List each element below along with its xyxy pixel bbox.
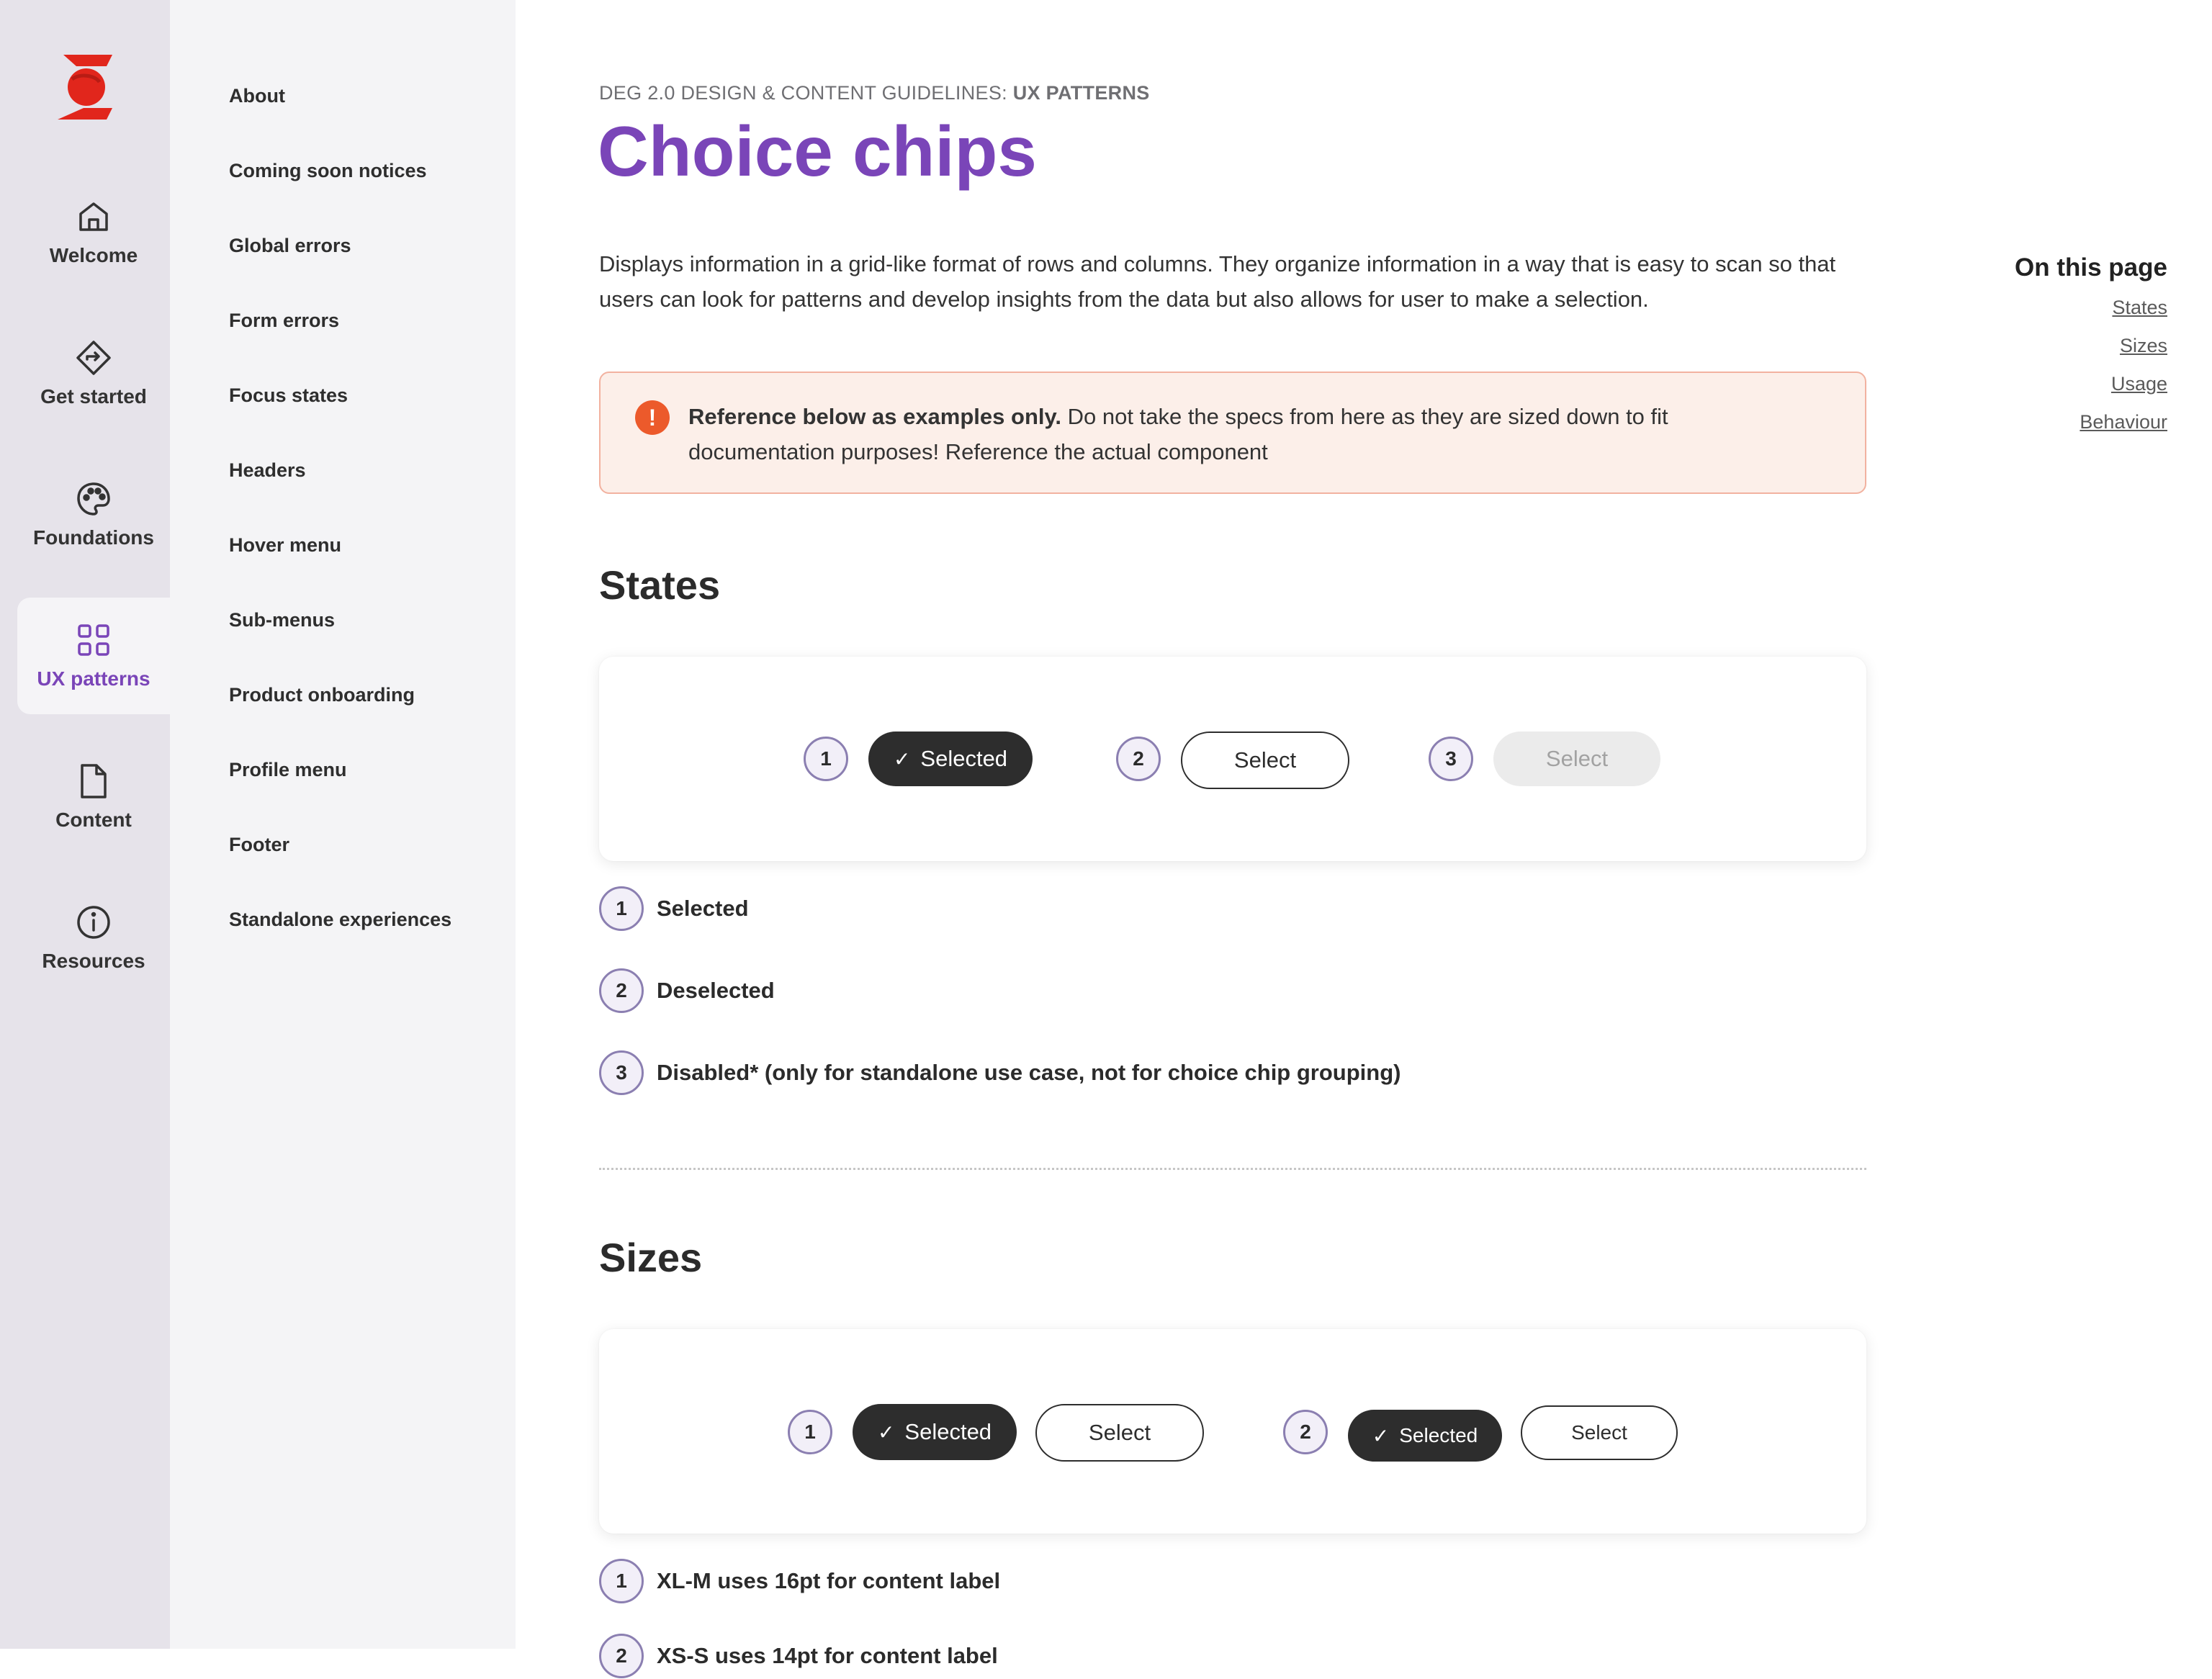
legend-label: Deselected xyxy=(657,978,775,1003)
number-badge: 2 xyxy=(599,968,644,1013)
legend-label: XS-S uses 14pt for content label xyxy=(657,1643,998,1668)
subnav-item-headers[interactable]: Headers xyxy=(229,459,306,482)
grid-icon xyxy=(78,624,109,656)
rail-item-content[interactable]: Content xyxy=(17,739,170,855)
legend-item: 2 XS-S uses 14pt for content label xyxy=(599,1633,998,1679)
chip-label: Select xyxy=(1545,746,1609,771)
rail-label: Get started xyxy=(40,385,147,408)
subnav-item-global-errors[interactable]: Global errors xyxy=(229,235,351,257)
app-rail: Welcome Get started Foundations UX patte… xyxy=(0,0,170,1649)
subnav-item-footer[interactable]: Footer xyxy=(229,834,289,856)
legend-item: 1 Selected xyxy=(599,886,749,932)
chip-selected-xl[interactable]: ✓ Selected xyxy=(853,1404,1017,1460)
subnav-item-sub-menus[interactable]: Sub-menus xyxy=(229,609,335,631)
rail-item-welcome[interactable]: Welcome xyxy=(17,174,170,291)
rail-label: Content xyxy=(55,809,132,831)
chip-unselected-xs[interactable]: Select xyxy=(1521,1405,1678,1460)
rail-item-get-started[interactable]: Get started xyxy=(17,315,170,432)
legend-item: 2 Deselected xyxy=(599,968,775,1014)
subnav-item-about[interactable]: About xyxy=(229,85,285,107)
chip-deselected[interactable]: Select xyxy=(1181,732,1349,789)
sub-navigation: About Coming soon notices Global errors … xyxy=(170,0,516,1649)
chip-label: Selected xyxy=(904,1419,992,1444)
brand-logo[interactable] xyxy=(55,53,115,121)
rail-label: Foundations xyxy=(33,526,154,549)
chip-selected-xs[interactable]: ✓ Selected xyxy=(1348,1410,1502,1462)
chip-selected[interactable]: ✓ Selected xyxy=(868,732,1033,786)
section-title-sizes: Sizes xyxy=(599,1235,703,1280)
chip-label: Select xyxy=(1233,747,1297,773)
check-icon: ✓ xyxy=(893,747,911,770)
breadcrumb: DEG 2.0 DESIGN & CONTENT GUIDELINES: UX … xyxy=(599,82,1150,104)
rail-label: Resources xyxy=(42,950,145,972)
states-example-card: 1 ✓ Selected 2 Select 3 Select xyxy=(599,657,1866,861)
warning-alert: ! Reference below as examples only. Do n… xyxy=(599,372,1866,494)
legend-label: XL-M uses 16pt for content label xyxy=(657,1568,1001,1593)
rail-item-resources[interactable]: Resources xyxy=(17,880,170,996)
number-badge: 3 xyxy=(599,1050,644,1095)
on-this-page-title: On this page xyxy=(2015,253,2167,282)
chip-label: Selected xyxy=(1399,1424,1478,1446)
subnav-item-hover-menu[interactable]: Hover menu xyxy=(229,534,341,557)
number-badge: 1 xyxy=(599,1559,644,1603)
chip-label: Select xyxy=(1088,1420,1151,1445)
section-title-states: States xyxy=(599,562,721,608)
breadcrumb-root: DEG 2.0 DESIGN & CONTENT GUIDELINES: xyxy=(599,82,1007,104)
chip-label: Selected xyxy=(920,746,1008,771)
anchor-link-states[interactable]: States xyxy=(1951,297,2167,319)
number-badge: 1 xyxy=(788,1410,832,1454)
alert-bold-text: Reference below as examples only. xyxy=(688,404,1062,429)
number-badge: 1 xyxy=(599,886,644,931)
subnav-item-profile-menu[interactable]: Profile menu xyxy=(229,759,347,781)
legend-label: Disabled* (only for standalone use case,… xyxy=(657,1060,1401,1085)
anchor-link-behaviour[interactable]: Behaviour xyxy=(1951,411,2167,433)
document-icon xyxy=(81,764,107,798)
rail-label: Welcome xyxy=(49,244,138,266)
chip-label: Select xyxy=(1571,1421,1627,1444)
anchor-link-sizes[interactable]: Sizes xyxy=(1951,335,2167,357)
exclamation-icon: ! xyxy=(635,400,670,435)
chip-unselected-xl[interactable]: Select xyxy=(1035,1404,1204,1462)
main-content: DEG 2.0 DESIGN & CONTENT GUIDELINES: UX … xyxy=(516,0,1884,1678)
palette-icon xyxy=(77,482,110,516)
alert-message: Reference below as examples only. Do not… xyxy=(688,399,1711,469)
number-badge: 1 xyxy=(804,737,848,781)
number-badge: 2 xyxy=(599,1634,644,1678)
number-badge: 2 xyxy=(1283,1410,1328,1454)
number-badge: 2 xyxy=(1116,737,1161,781)
rail-item-foundations[interactable]: Foundations xyxy=(17,456,170,573)
direction-sign-icon xyxy=(76,341,111,375)
chip-disabled: Select xyxy=(1493,732,1660,786)
on-this-page: On this page States Sizes Usage Behaviou… xyxy=(1951,253,2167,449)
check-icon: ✓ xyxy=(1372,1424,1390,1447)
section-divider xyxy=(599,1168,1866,1170)
legend-label: Selected xyxy=(657,896,749,921)
info-icon xyxy=(77,906,110,939)
number-badge: 3 xyxy=(1429,737,1473,781)
anchor-link-usage[interactable]: Usage xyxy=(1951,373,2167,395)
subnav-item-product-onboarding[interactable]: Product onboarding xyxy=(229,684,415,706)
page-title: Choice chips xyxy=(598,112,1037,191)
breadcrumb-section: UX PATTERNS xyxy=(1012,82,1150,104)
home-icon xyxy=(79,202,108,231)
subnav-item-focus-states[interactable]: Focus states xyxy=(229,384,348,407)
legend-item: 3 Disabled* (only for standalone use cas… xyxy=(599,1050,1401,1096)
subnav-item-coming-soon-notices[interactable]: Coming soon notices xyxy=(229,160,427,182)
sizes-example-card: 1 ✓ Selected Select 2 ✓ Selected Select xyxy=(599,1329,1866,1534)
intro-paragraph: Displays information in a grid-like form… xyxy=(599,251,1836,312)
rail-label: UX patterns xyxy=(37,667,150,690)
subnav-item-standalone-experiences[interactable]: Standalone experiences xyxy=(229,909,451,931)
subnav-item-form-errors[interactable]: Form errors xyxy=(229,310,339,332)
check-icon: ✓ xyxy=(877,1421,895,1444)
legend-item: 1 XL-M uses 16pt for content label xyxy=(599,1558,1000,1604)
rail-item-ux-patterns[interactable]: UX patterns xyxy=(17,598,170,714)
